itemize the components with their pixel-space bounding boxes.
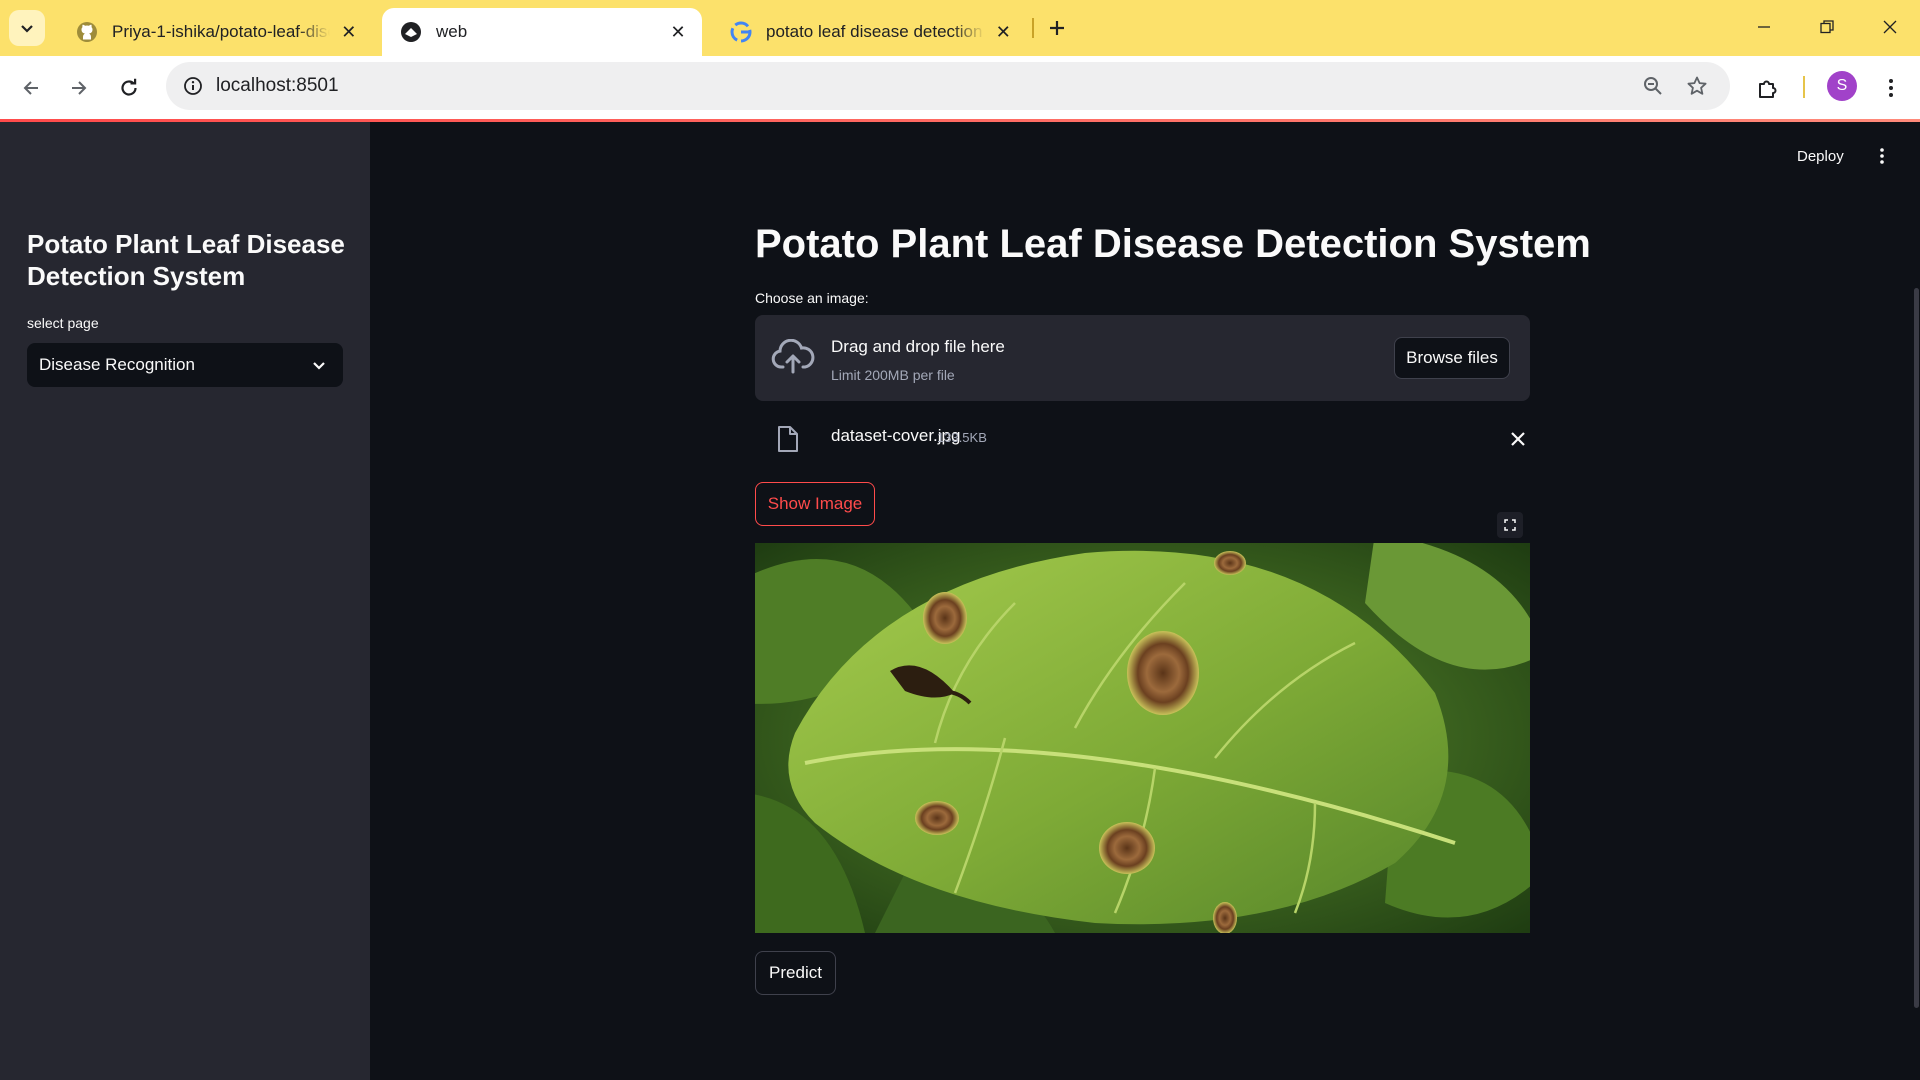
- select-label: select page: [27, 315, 99, 331]
- uploaded-file-row: dataset-cover.jpg 133.5KB: [755, 417, 1530, 461]
- restore-button[interactable]: [1807, 10, 1847, 44]
- page-select-value: Disease Recognition: [39, 355, 195, 374]
- cloud-upload-icon: [771, 339, 815, 374]
- file-dropzone[interactable]: Drag and drop file here Limit 200MB per …: [755, 315, 1530, 401]
- minimize-button[interactable]: [1744, 10, 1784, 44]
- screen: Priya-1-ishika/potato-leaf-disea ✕ web ✕…: [0, 0, 1920, 1080]
- tab-separator: [1032, 18, 1034, 38]
- page-select[interactable]: Disease Recognition: [27, 343, 343, 387]
- site-info-icon[interactable]: [175, 68, 211, 104]
- browser-tab-bar: Priya-1-ishika/potato-leaf-disea ✕ web ✕…: [0, 0, 1920, 56]
- plus-icon: [1050, 21, 1064, 35]
- close-tab-icon[interactable]: ✕: [993, 20, 1014, 44]
- tab-google[interactable]: potato leaf disease detection - G ✕: [712, 8, 1026, 56]
- main-content: Deploy Potato Plant Leaf Disease Detecti…: [370, 122, 1920, 1080]
- zoom-icon[interactable]: [1635, 68, 1671, 104]
- minimize-icon: [1758, 26, 1770, 28]
- page-title: Potato Plant Leaf Disease Detection Syst…: [755, 222, 1591, 266]
- close-window-button[interactable]: [1870, 10, 1910, 44]
- file-size: 133.5KB: [937, 430, 987, 445]
- uploader-label: Choose an image:: [755, 290, 869, 306]
- address-bar[interactable]: localhost:8501: [166, 62, 1730, 110]
- close-tab-icon[interactable]: ✕: [666, 20, 690, 44]
- chevron-down-icon: [313, 362, 325, 370]
- streamlit-icon: [400, 21, 422, 43]
- tab-title: web: [436, 22, 468, 41]
- scrollbar[interactable]: [1914, 288, 1919, 1008]
- tab-search-button[interactable]: [9, 10, 45, 46]
- restore-icon: [1820, 20, 1834, 34]
- arrow-left-icon: [23, 81, 38, 95]
- tab-github[interactable]: Priya-1-ishika/potato-leaf-disea ✕: [58, 8, 372, 56]
- browse-files-button[interactable]: Browse files: [1394, 337, 1510, 379]
- kebab-menu-icon: [1889, 79, 1893, 97]
- bookmark-star-icon[interactable]: [1679, 68, 1715, 104]
- forward-button[interactable]: [61, 70, 97, 106]
- new-tab-button[interactable]: [1041, 12, 1073, 44]
- app-menu-button[interactable]: [1870, 144, 1894, 168]
- sidebar-title: Potato Plant Leaf Disease Detection Syst…: [27, 229, 345, 291]
- browser-menu-button[interactable]: [1873, 70, 1909, 106]
- fullscreen-button[interactable]: [1497, 512, 1523, 538]
- upload-limit-text: Limit 200MB per file: [831, 367, 955, 383]
- file-icon: [778, 426, 798, 452]
- leaf-photo: [755, 543, 1530, 933]
- tab-web[interactable]: web ✕: [382, 8, 702, 56]
- puzzle-icon: [1759, 80, 1777, 98]
- chevron-down-icon: [21, 25, 33, 33]
- tab-title: Priya-1-ishika/potato-leaf-disea: [112, 22, 330, 41]
- show-image-button[interactable]: Show Image: [755, 482, 875, 526]
- url-text: localhost:8501: [216, 75, 339, 96]
- close-icon: [1511, 432, 1525, 446]
- kebab-menu-icon: [1880, 148, 1884, 164]
- uploaded-leaf-image: [755, 543, 1530, 933]
- fullscreen-icon: [1504, 519, 1516, 531]
- sidebar: Potato Plant Leaf Disease Detection Syst…: [0, 122, 370, 1080]
- profile-avatar[interactable]: S: [1827, 71, 1857, 101]
- toolbar-separator: [1803, 76, 1805, 98]
- close-tab-icon[interactable]: ✕: [338, 20, 360, 44]
- back-button[interactable]: [13, 70, 49, 106]
- browser-toolbar: localhost:8501 S: [0, 56, 1920, 120]
- deploy-button[interactable]: Deploy: [1797, 148, 1844, 165]
- dropzone-instructions: Drag and drop file here: [831, 337, 1005, 356]
- profile-initial: S: [1836, 77, 1848, 94]
- extensions-button[interactable]: [1750, 70, 1786, 106]
- arrow-right-icon: [72, 81, 87, 95]
- predict-button[interactable]: Predict: [755, 951, 836, 995]
- reload-button[interactable]: [111, 70, 147, 106]
- remove-file-button[interactable]: [1506, 427, 1530, 451]
- close-icon: [1883, 20, 1897, 34]
- google-icon: [730, 21, 752, 43]
- reload-icon: [121, 78, 137, 96]
- github-icon: [76, 21, 98, 43]
- tab-title: potato leaf disease detection - G: [766, 22, 985, 41]
